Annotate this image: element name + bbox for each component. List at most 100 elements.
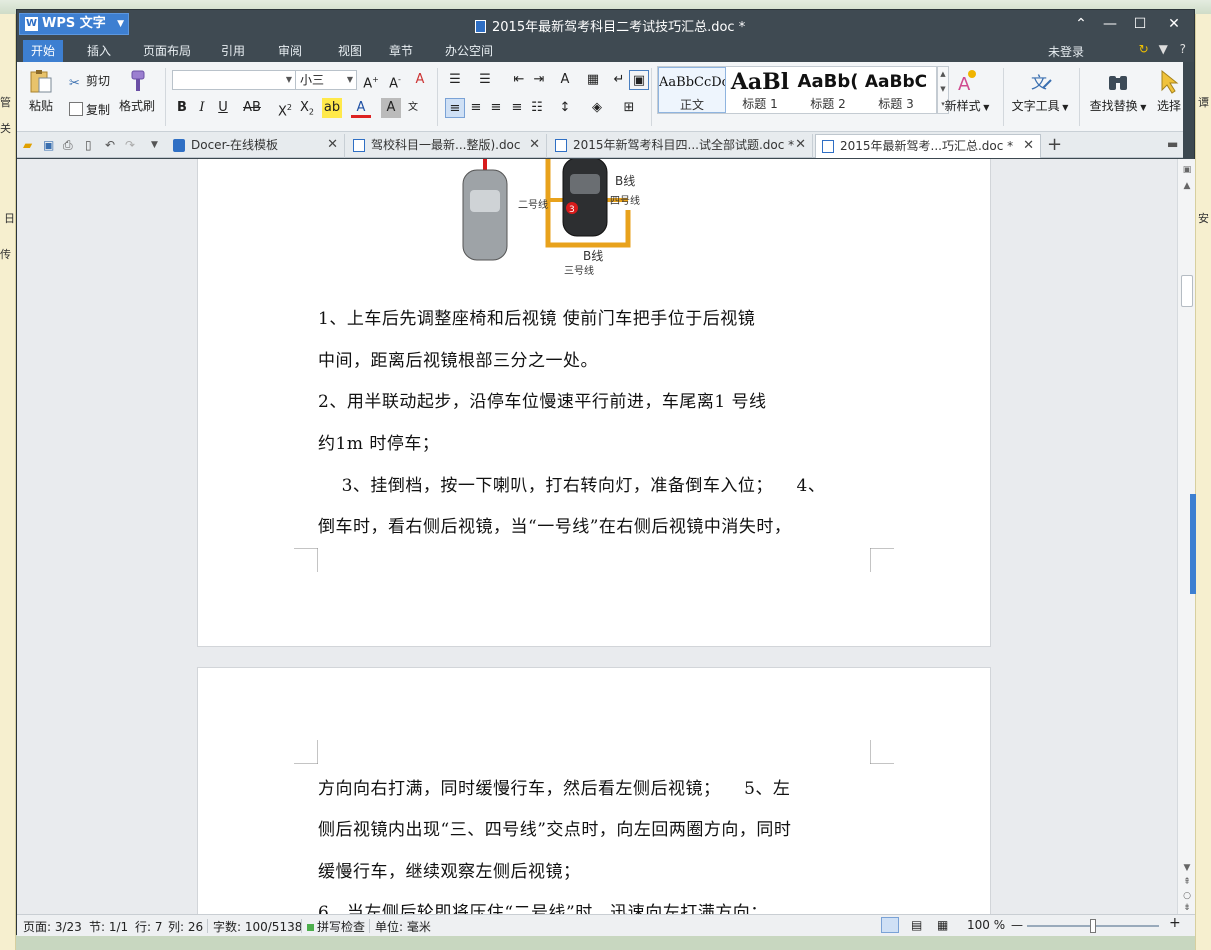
tab-docer[interactable]: Docer-在线模板 ✕	[167, 134, 345, 158]
paragraph-line[interactable]: 6、当左侧后轮即将压住“二号线”时，迅速向左打满方向；	[318, 898, 768, 914]
strikethrough-icon[interactable]: AB	[239, 98, 265, 118]
format-painter-button[interactable]: 格式刷	[117, 68, 157, 114]
web-view-icon[interactable]: ▦	[937, 918, 948, 932]
select-button[interactable]: 选择	[1153, 68, 1185, 114]
tab-review[interactable]: 审阅	[270, 40, 310, 62]
grow-font-icon[interactable]: A+	[361, 70, 381, 91]
line-spacing-icon[interactable]: ↕	[555, 98, 575, 118]
font-color-icon[interactable]: A	[351, 98, 371, 118]
ribbon-collapse-button[interactable]: ⌃	[1066, 14, 1096, 34]
text-direction-icon[interactable]: A	[555, 70, 575, 90]
paragraph-line[interactable]: 侧后视镜内出现“三、四号线”交点时，向左回两圈方向，同时	[318, 815, 791, 840]
app-menu-button[interactable]: W WPS 文字 ▼	[19, 13, 129, 35]
new-style-button[interactable]: A 新样式 ▼	[939, 68, 995, 114]
paragraph-line[interactable]: 方向向右打满，同时缓慢行车，然后看左侧后视镜； 5、左	[318, 774, 790, 799]
table-icon[interactable]: ▦	[583, 70, 603, 90]
bold-icon[interactable]: B	[172, 98, 192, 118]
unit-indicator[interactable]: 单位: 毫米	[375, 918, 431, 935]
word-count[interactable]: 字数: 100/5138	[213, 918, 302, 935]
tab-office-space[interactable]: 办公空间	[437, 40, 501, 62]
copy-button[interactable]: 复制	[69, 101, 110, 118]
align-left-icon[interactable]: ≡	[445, 98, 465, 118]
find-replace-button[interactable]: 查找替换 ▼	[1085, 68, 1151, 114]
subscript-icon[interactable]: X2	[297, 98, 317, 118]
tab-list-icon[interactable]: ▬	[1167, 137, 1181, 151]
show-hide-icon[interactable]: ▣	[629, 70, 649, 90]
tab-home[interactable]: 开始	[23, 40, 64, 62]
char-shading-icon[interactable]: A	[381, 98, 401, 118]
prev-page-icon[interactable]: ⇞	[1178, 877, 1196, 887]
customize-toolbar-icon[interactable]: ▼	[151, 138, 165, 152]
save-icon[interactable]: ▣	[43, 138, 57, 152]
skin-icon[interactable]: ▼	[1159, 42, 1168, 56]
print-preview-icon[interactable]: ▯	[85, 138, 99, 152]
open-folder-icon[interactable]: ▰	[23, 138, 37, 152]
paragraph-line[interactable]: 缓慢行车，继续观察左侧后视镜；	[318, 857, 581, 882]
zoom-level[interactable]: 100 %	[967, 918, 1005, 932]
minimize-button[interactable]: —	[1095, 14, 1125, 34]
login-link[interactable]: 未登录	[1048, 43, 1084, 60]
page-view-icon[interactable]	[881, 917, 899, 933]
tab-insert[interactable]: 插入	[79, 40, 119, 62]
underline-icon[interactable]: U	[213, 98, 233, 118]
redo-icon[interactable]: ↷	[125, 138, 139, 152]
tab-document[interactable]: 2015年新驾考科目四...试全部试题.doc * ✕	[549, 134, 813, 158]
italic-icon[interactable]: I	[192, 98, 212, 118]
new-tab-icon[interactable]: +	[1047, 135, 1062, 155]
cut-button[interactable]: ✂ 剪切	[69, 72, 110, 91]
outline-view-icon[interactable]: ▤	[911, 918, 922, 932]
style-heading-2[interactable]: AaBb( 标题 2	[794, 67, 862, 113]
style-normal[interactable]: AaBbCcDc 正文	[658, 67, 726, 113]
ruler-toggle-icon[interactable]: ▣	[1178, 165, 1196, 175]
scroll-down-icon[interactable]: ▼	[1178, 863, 1196, 873]
maximize-button[interactable]: ☐	[1125, 14, 1155, 34]
next-page-icon[interactable]: ⇟	[1178, 903, 1196, 913]
style-heading-3[interactable]: AaBbC 标题 3	[862, 67, 930, 113]
numbered-list-icon[interactable]: ☰	[475, 70, 495, 90]
bullet-list-icon[interactable]: ☰	[445, 70, 465, 90]
superscript-icon[interactable]: X2	[275, 98, 295, 119]
paragraph-line[interactable]: 3、挂倒档，按一下喇叭，打右转向灯，准备倒车入位； 4、	[318, 471, 825, 496]
print-icon[interactable]: ⎙	[63, 138, 77, 152]
tab-document-active[interactable]: 2015年最新驾考...巧汇总.doc * ✕	[815, 134, 1041, 158]
increase-indent-icon[interactable]: ⇥	[529, 70, 549, 90]
zoom-in-icon[interactable]: +	[1169, 915, 1181, 931]
text-tools-button[interactable]: 文 文字工具 ▼	[1009, 68, 1071, 114]
font-size-combo[interactable]: 小三 ▼	[295, 70, 357, 90]
sync-icon[interactable]: ↻	[1139, 42, 1149, 56]
align-center-icon[interactable]: ≡	[466, 98, 486, 118]
paragraph-line[interactable]: 1、上车后先调整座椅和后视镜 使前门车把手位于后视镜	[318, 304, 755, 329]
highlight-icon[interactable]: ab	[322, 98, 342, 118]
paragraph-line[interactable]: 2、用半联动起步，沿停车位慢速平行前进，车尾离1 号线	[318, 387, 767, 412]
tab-view[interactable]: 视图	[330, 40, 370, 62]
borders-icon[interactable]: ⊞	[619, 98, 639, 118]
close-button[interactable]: ✕	[1159, 14, 1189, 34]
tab-document[interactable]: 驾校科目一最新...整版).doc ✕	[347, 134, 547, 158]
scrollbar-thumb[interactable]	[1181, 275, 1193, 307]
distribute-icon[interactable]: ☷	[527, 98, 547, 118]
tab-page-layout[interactable]: 页面布局	[135, 40, 199, 62]
close-icon[interactable]: ✕	[1023, 135, 1034, 157]
close-icon[interactable]: ✕	[795, 134, 806, 156]
spell-check-toggle[interactable]: 拼写检查	[307, 918, 365, 935]
paragraph-line[interactable]: 中间，距离后视镜根部三分之一处。	[318, 346, 598, 371]
shrink-font-icon[interactable]: A-	[385, 70, 405, 91]
phonetic-guide-icon[interactable]: 文	[403, 98, 423, 118]
tab-references[interactable]: 引用	[213, 40, 253, 62]
paragraph-line[interactable]: 倒车时，看右侧后视镜，当“一号线”在右侧后视镜中消失时，	[318, 512, 791, 537]
decrease-indent-icon[interactable]: ⇤	[509, 70, 529, 90]
select-browse-object-icon[interactable]: ○	[1178, 891, 1196, 901]
help-button[interactable]: ?	[1180, 42, 1186, 56]
clear-format-icon[interactable]: A	[410, 70, 430, 90]
page-indicator[interactable]: 页面: 3/23	[23, 918, 82, 935]
undo-icon[interactable]: ↶	[105, 138, 119, 152]
justify-icon[interactable]: ≡	[507, 98, 527, 118]
zoom-out-icon[interactable]: —	[1011, 918, 1023, 932]
close-icon[interactable]: ✕	[529, 134, 540, 156]
tab-chapter[interactable]: 章节	[381, 40, 421, 62]
scroll-up-icon[interactable]: ▲	[1178, 181, 1196, 191]
zoom-slider-thumb[interactable]	[1090, 919, 1096, 933]
paragraph-line[interactable]: 约1m 时停车；	[318, 429, 439, 454]
shading-icon[interactable]: ◈	[587, 98, 607, 118]
paragraph-mark-icon[interactable]: ↵	[609, 70, 629, 90]
